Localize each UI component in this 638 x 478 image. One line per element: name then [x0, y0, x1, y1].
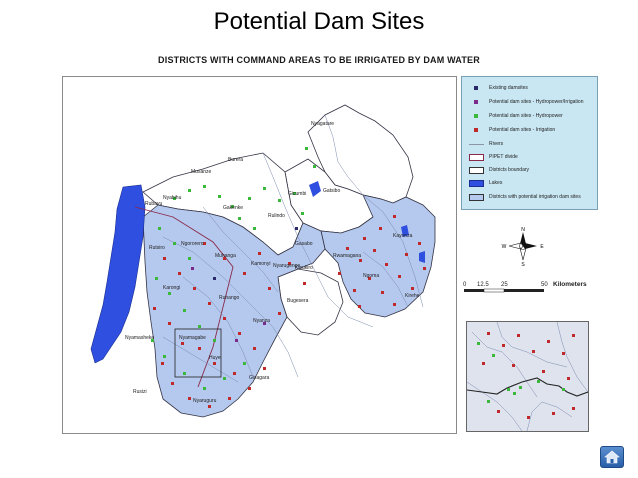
label-nyarugenge: Nyarugenge — [273, 263, 300, 269]
label-gisagara: Gisagara — [249, 375, 270, 381]
legend-item-hydro-irrigation: Potential dam sites - Hydropower/Irrigat… — [468, 97, 584, 107]
home-icon — [604, 450, 620, 464]
legend-label: Rivers — [489, 141, 504, 147]
legend-item-irrigation: Potential dam sites - Irrigation — [468, 125, 555, 135]
irrigation-district-box-icon — [468, 193, 484, 201]
legend-label: Potential dam sites - Hydropower/Irrigat… — [489, 99, 584, 105]
compass-n: N — [521, 227, 525, 233]
river-line-icon — [468, 143, 484, 145]
scale-tick-0: 0 — [463, 282, 467, 288]
label-rulindo: Rulindo — [268, 213, 285, 219]
scale-bar: 0 12.5 25 50 Kilometers — [463, 281, 587, 293]
label-nyagatare: Nyagatare — [311, 121, 334, 127]
boundary-box-icon — [468, 166, 484, 174]
label-gasabo: Gasabo — [295, 241, 313, 247]
north-arrow-icon: N S W E — [502, 227, 545, 266]
label-ruhango: Ruhango — [219, 295, 240, 301]
slide-title: Potential Dam Sites — [213, 8, 425, 35]
label-bugesera: Bugesera — [287, 298, 309, 304]
label-muhanga: Muhanga — [215, 253, 236, 259]
label-kayonza: Kayonza — [393, 233, 413, 239]
label-kamonyi: Kamonyi — [251, 261, 270, 267]
label-ngoma: Ngoma — [363, 273, 379, 279]
label-gatsibo: Gatsibo — [323, 188, 340, 194]
map-canvas: Nyagatare Gatsibo Kayonza Rwamagana Ngom… — [90, 104, 436, 418]
legend-item-irrigation-districts: Districts with potential irrigation dam … — [468, 192, 581, 202]
legend-label: Potential dam sites - Irrigation — [489, 127, 556, 133]
compass-w: W — [502, 244, 507, 250]
legend-label: PIPET divide — [489, 154, 518, 160]
legend-item-lakes: Lakes — [468, 178, 502, 188]
irrigation-square-icon — [474, 128, 478, 132]
legend-label: Potential dam sites - Hydropower — [489, 113, 563, 119]
hydro-irrigation-square-icon — [474, 100, 478, 104]
inset-detail-map[interactable] — [466, 321, 589, 432]
scale-unit: Kilometers — [553, 281, 587, 288]
rwanda-dam-sites-map[interactable]: Nyagatare Gatsibo Kayonza Rwamagana Ngom… — [62, 76, 457, 434]
label-nyamasheke: Nyamasheke — [125, 335, 154, 341]
legend-item-existing: Existing damsites — [468, 83, 528, 93]
label-ngororero: Ngororero — [181, 241, 204, 247]
legend-label: Existing damsites — [489, 85, 528, 91]
lake-box-icon — [468, 179, 484, 187]
lake-east-2 — [419, 251, 425, 263]
label-nyabihu: Nyabihu — [163, 195, 182, 201]
legend-label: Districts with potential irrigation dam … — [489, 194, 581, 200]
label-nyamagabe: Nyamagabe — [179, 335, 206, 341]
label-musanze: Musanze — [191, 169, 212, 175]
label-huye: Huye — [209, 355, 221, 361]
scale-tick-1: 12.5 — [477, 282, 489, 288]
label-gakenke: Gakenke — [223, 205, 243, 211]
legend-label: Districts boundary — [489, 167, 530, 173]
map-legend: Existing damsites Potential dam sites - … — [461, 76, 598, 210]
legend-label: Lakes — [489, 180, 503, 186]
label-nyanza: Nyanza — [253, 318, 270, 324]
legend-item-districts-boundary: Districts boundary — [468, 165, 529, 175]
compass-s: S — [521, 262, 525, 266]
label-burera: Burera — [228, 157, 243, 163]
label-gicumbi: Gicumbi — [288, 191, 306, 197]
label-rutsiro: Rutsiro — [149, 245, 165, 251]
hydropower-square-icon — [474, 114, 478, 118]
label-rusizi: Rusizi — [133, 389, 147, 395]
label-rubavu: Rubavu — [145, 201, 162, 207]
label-kirehe: Kirehe — [405, 293, 420, 299]
label-karongi: Karongi — [163, 285, 180, 291]
compass-e: E — [540, 244, 544, 250]
legend-item-rivers: Rivers — [468, 139, 503, 149]
label-nyaruguru: Nyaruguru — [193, 398, 217, 404]
inset-canvas — [467, 322, 588, 431]
legend-item-hydropower: Potential dam sites - Hydropower — [468, 111, 563, 121]
scale-tick-3: 50 — [541, 282, 548, 288]
label-rwamagana: Rwamagana — [333, 253, 361, 259]
home-button[interactable] — [600, 446, 624, 468]
map-title: DISTRICTS WITH COMMAND AREAS TO BE IRRIG… — [158, 55, 480, 65]
existing-dam-square-icon — [474, 86, 478, 90]
pipet-box-icon — [468, 153, 484, 161]
legend-item-pipet: PIPET divide — [468, 152, 518, 162]
scale-tick-2: 25 — [501, 282, 508, 288]
